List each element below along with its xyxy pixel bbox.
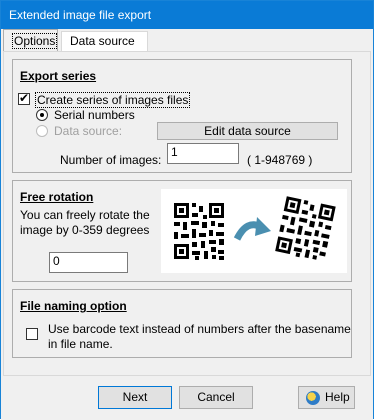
export-series-group: Export series ✔ Create series of images … [12,59,352,173]
serial-numbers-radio[interactable] [36,109,48,121]
dialog-window: Extended image file export Options Data … [0,0,374,420]
rotation-desc-line2: image by 0-359 degrees [20,223,150,237]
rotation-illustration-svg [173,196,337,264]
window-title: Extended image file export [9,8,152,22]
next-button[interactable]: Next [98,386,172,409]
data-source-radio[interactable] [36,125,48,137]
rotate-arrow-icon [233,217,271,241]
num-images-label: Number of images: [60,153,162,167]
create-series-checkbox[interactable]: ✔ [18,91,30,105]
free-rotation-group: Free rotation You can freely rotate the … [12,180,352,282]
tab-data-source-label: Data source [70,34,135,48]
help-icon [306,391,320,405]
rotated-qr-code-icon [273,196,337,264]
file-naming-group: File naming option Use barcode text inst… [12,289,352,358]
rotation-illustration [161,189,347,273]
title-bar[interactable]: Extended image file export [1,1,373,29]
edit-data-source-button[interactable]: Edit data source [157,122,338,140]
range-text: ( 1-948769 ) [247,153,313,167]
num-images-input[interactable]: 1 [167,143,239,164]
export-series-title: Export series [20,69,97,83]
serial-numbers-label: Serial numbers [54,108,135,122]
options-panel: Export series ✔ Create series of images … [3,51,371,376]
qr-code-icon [173,203,225,261]
tab-data-source[interactable]: Data source [61,31,148,51]
rotation-degrees-input[interactable]: 0 [49,252,128,273]
free-rotation-title: Free rotation [20,190,94,204]
data-source-label: Data source: [54,124,123,138]
create-series-label: Create series of images files [35,92,191,108]
tab-strip: Options Data source [1,29,373,53]
use-barcode-text-label-line1: Use barcode text instead of numbers afte… [48,322,351,336]
help-button-label: Help [325,390,350,404]
button-bar: Next Cancel Help [1,378,373,420]
file-naming-title: File naming option [20,299,127,313]
use-barcode-text-checkbox[interactable] [26,328,38,340]
rotation-desc-line1: You can freely rotate the [20,208,150,222]
cancel-button[interactable]: Cancel [179,386,253,409]
help-button[interactable]: Help [298,386,355,409]
check-mark-icon: ✔ [19,91,30,105]
use-barcode-text-label-line2: in file name. [48,337,113,351]
tab-options[interactable]: Options [3,29,58,53]
tab-options-label: Options [12,33,58,49]
